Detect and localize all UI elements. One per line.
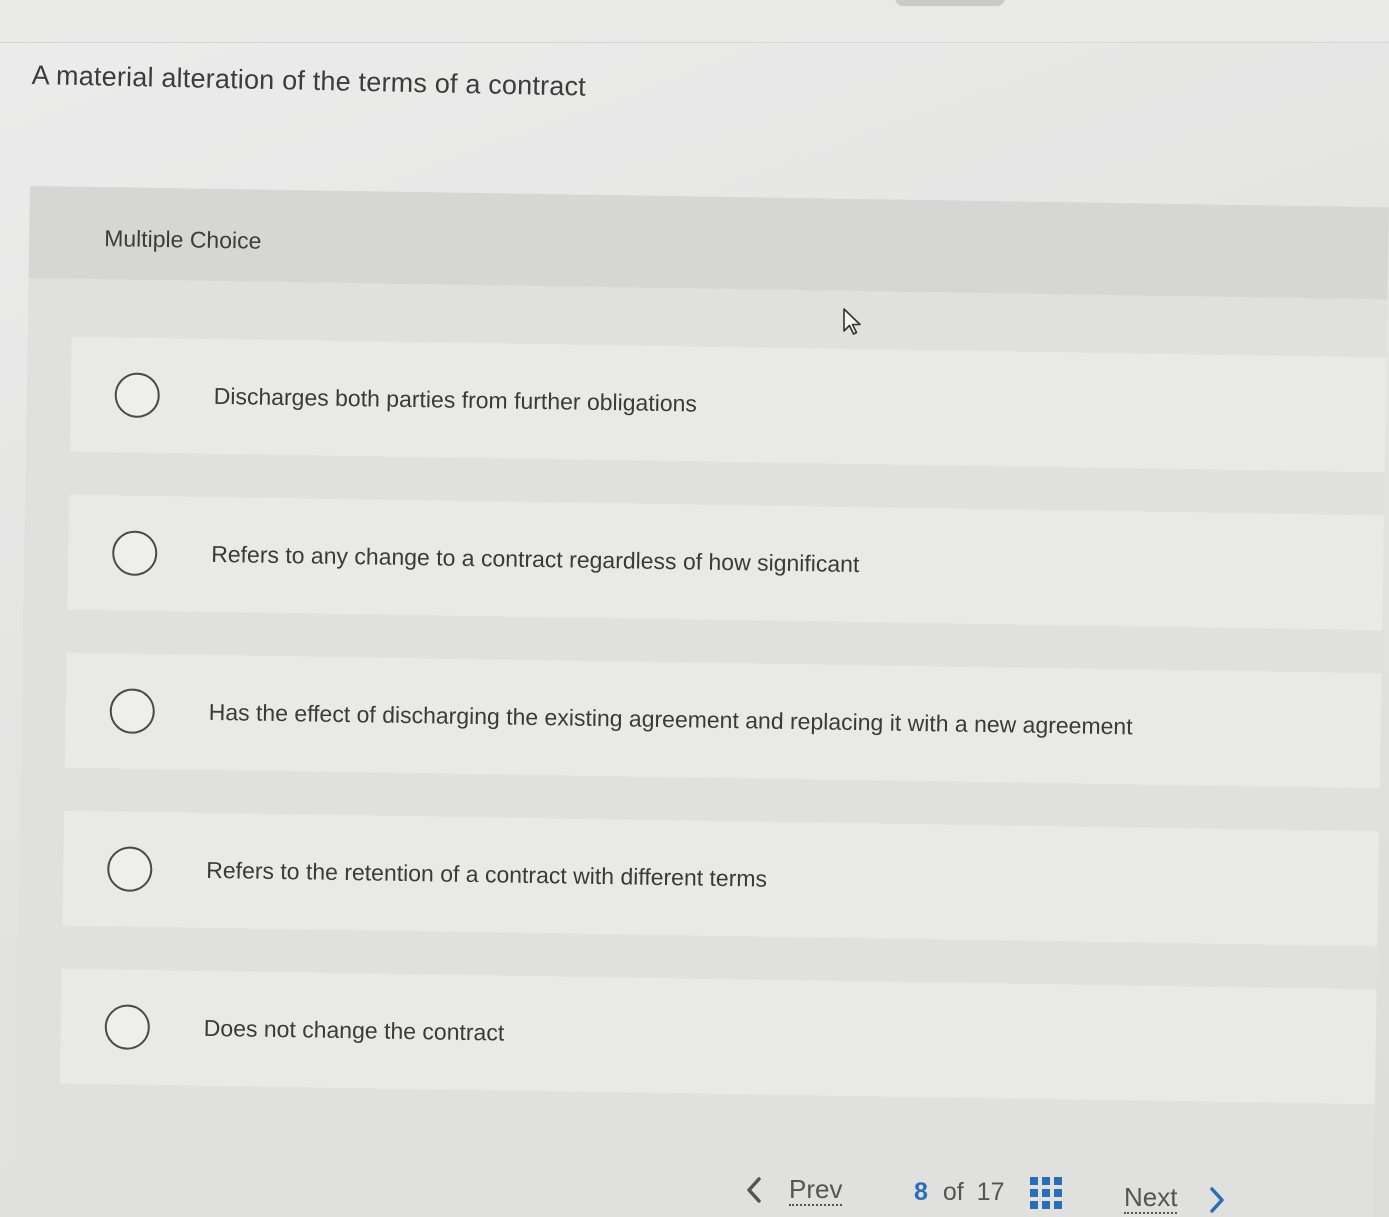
radio-button[interactable]	[111, 530, 158, 577]
answer-option-5[interactable]: Does not change the contract	[59, 968, 1377, 1105]
radio-button[interactable]	[109, 688, 156, 735]
option-label: Refers to any change to a contract regar…	[211, 540, 860, 578]
answer-option-4[interactable]: Refers to the retention of a contract wi…	[62, 810, 1380, 947]
answer-options: Discharges both parties from further obl…	[59, 336, 1387, 1148]
question-navigation: Prev 8 of 17 Next	[744, 1168, 1264, 1214]
chevron-left-icon[interactable]	[744, 1176, 764, 1211]
option-label: Discharges both parties from further obl…	[213, 382, 698, 417]
radio-button[interactable]	[104, 1004, 151, 1050]
option-label: Refers to the retention of a contract wi…	[206, 856, 768, 892]
next-button[interactable]: Next	[1124, 1182, 1178, 1214]
chevron-right-icon[interactable]	[1207, 1186, 1227, 1217]
question-type-label: Multiple Choice	[103, 225, 262, 254]
option-label: Has the effect of discharging the existi…	[208, 698, 1133, 740]
multiple-choice-panel: Multiple Choice Discharges both parties …	[13, 186, 1389, 1217]
radio-button[interactable]	[106, 846, 153, 893]
answer-option-1[interactable]: Discharges both parties from further obl…	[69, 336, 1387, 473]
top-bar	[0, 0, 1389, 43]
question-grid-icon[interactable]	[1029, 1176, 1063, 1210]
total-pages-number: 17	[976, 1178, 1005, 1206]
mouse-pointer-icon	[843, 308, 861, 335]
radio-button[interactable]	[114, 372, 161, 419]
answer-option-3[interactable]: Has the effect of discharging the existi…	[64, 652, 1382, 789]
of-label: of	[942, 1178, 964, 1206]
question-text: A material alteration of the terms of a …	[31, 60, 587, 102]
option-label: Does not change the contract	[203, 1014, 505, 1046]
current-page-number: 8	[914, 1178, 928, 1206]
prev-button[interactable]: Prev	[789, 1174, 843, 1206]
panel-header: Multiple Choice	[28, 186, 1389, 300]
top-tab	[895, 0, 1005, 6]
page-indicator: 8 of 17	[914, 1178, 1004, 1207]
answer-option-2[interactable]: Refers to any change to a contract regar…	[67, 494, 1384, 631]
